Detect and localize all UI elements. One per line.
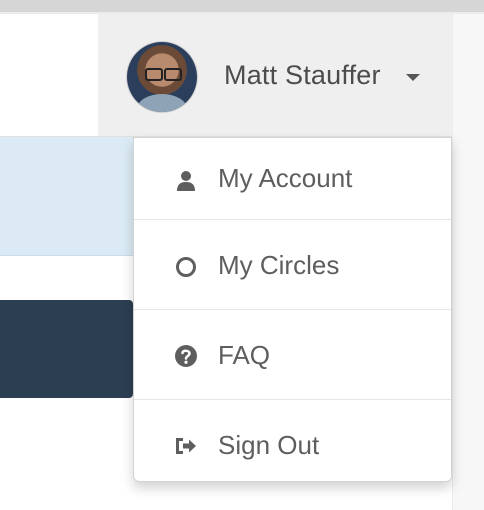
menu-item-label: FAQ [218, 340, 271, 370]
menu-item-label: My Circles [218, 250, 340, 280]
menu-item-faq[interactable]: FAQ [134, 310, 451, 400]
sign-out-icon [176, 438, 196, 454]
avatar-glasses-right [164, 68, 182, 81]
avatar[interactable] [127, 42, 197, 112]
avatar-glasses-left [145, 68, 163, 81]
user-dropdown-menu: My Account My Circles FAQ Sign Out [133, 137, 452, 482]
right-gutter [452, 14, 484, 510]
question-circle-icon [175, 345, 197, 367]
dark-panel [0, 300, 133, 398]
caret-down-icon [406, 74, 420, 81]
user-menu-toggle[interactable]: Matt Stauffer [98, 14, 452, 136]
user-name: Matt Stauffer [224, 60, 381, 90]
menu-item-sign-out[interactable]: Sign Out [134, 400, 451, 490]
avatar-shirt [137, 94, 187, 112]
menu-item-my-account[interactable]: My Account [134, 138, 451, 228]
menu-item-label: Sign Out [218, 430, 320, 460]
user-icon [177, 171, 195, 191]
menu-item-label: My Account [218, 163, 353, 193]
menu-item-my-circles[interactable]: My Circles [134, 220, 451, 310]
circle-icon [176, 257, 196, 277]
